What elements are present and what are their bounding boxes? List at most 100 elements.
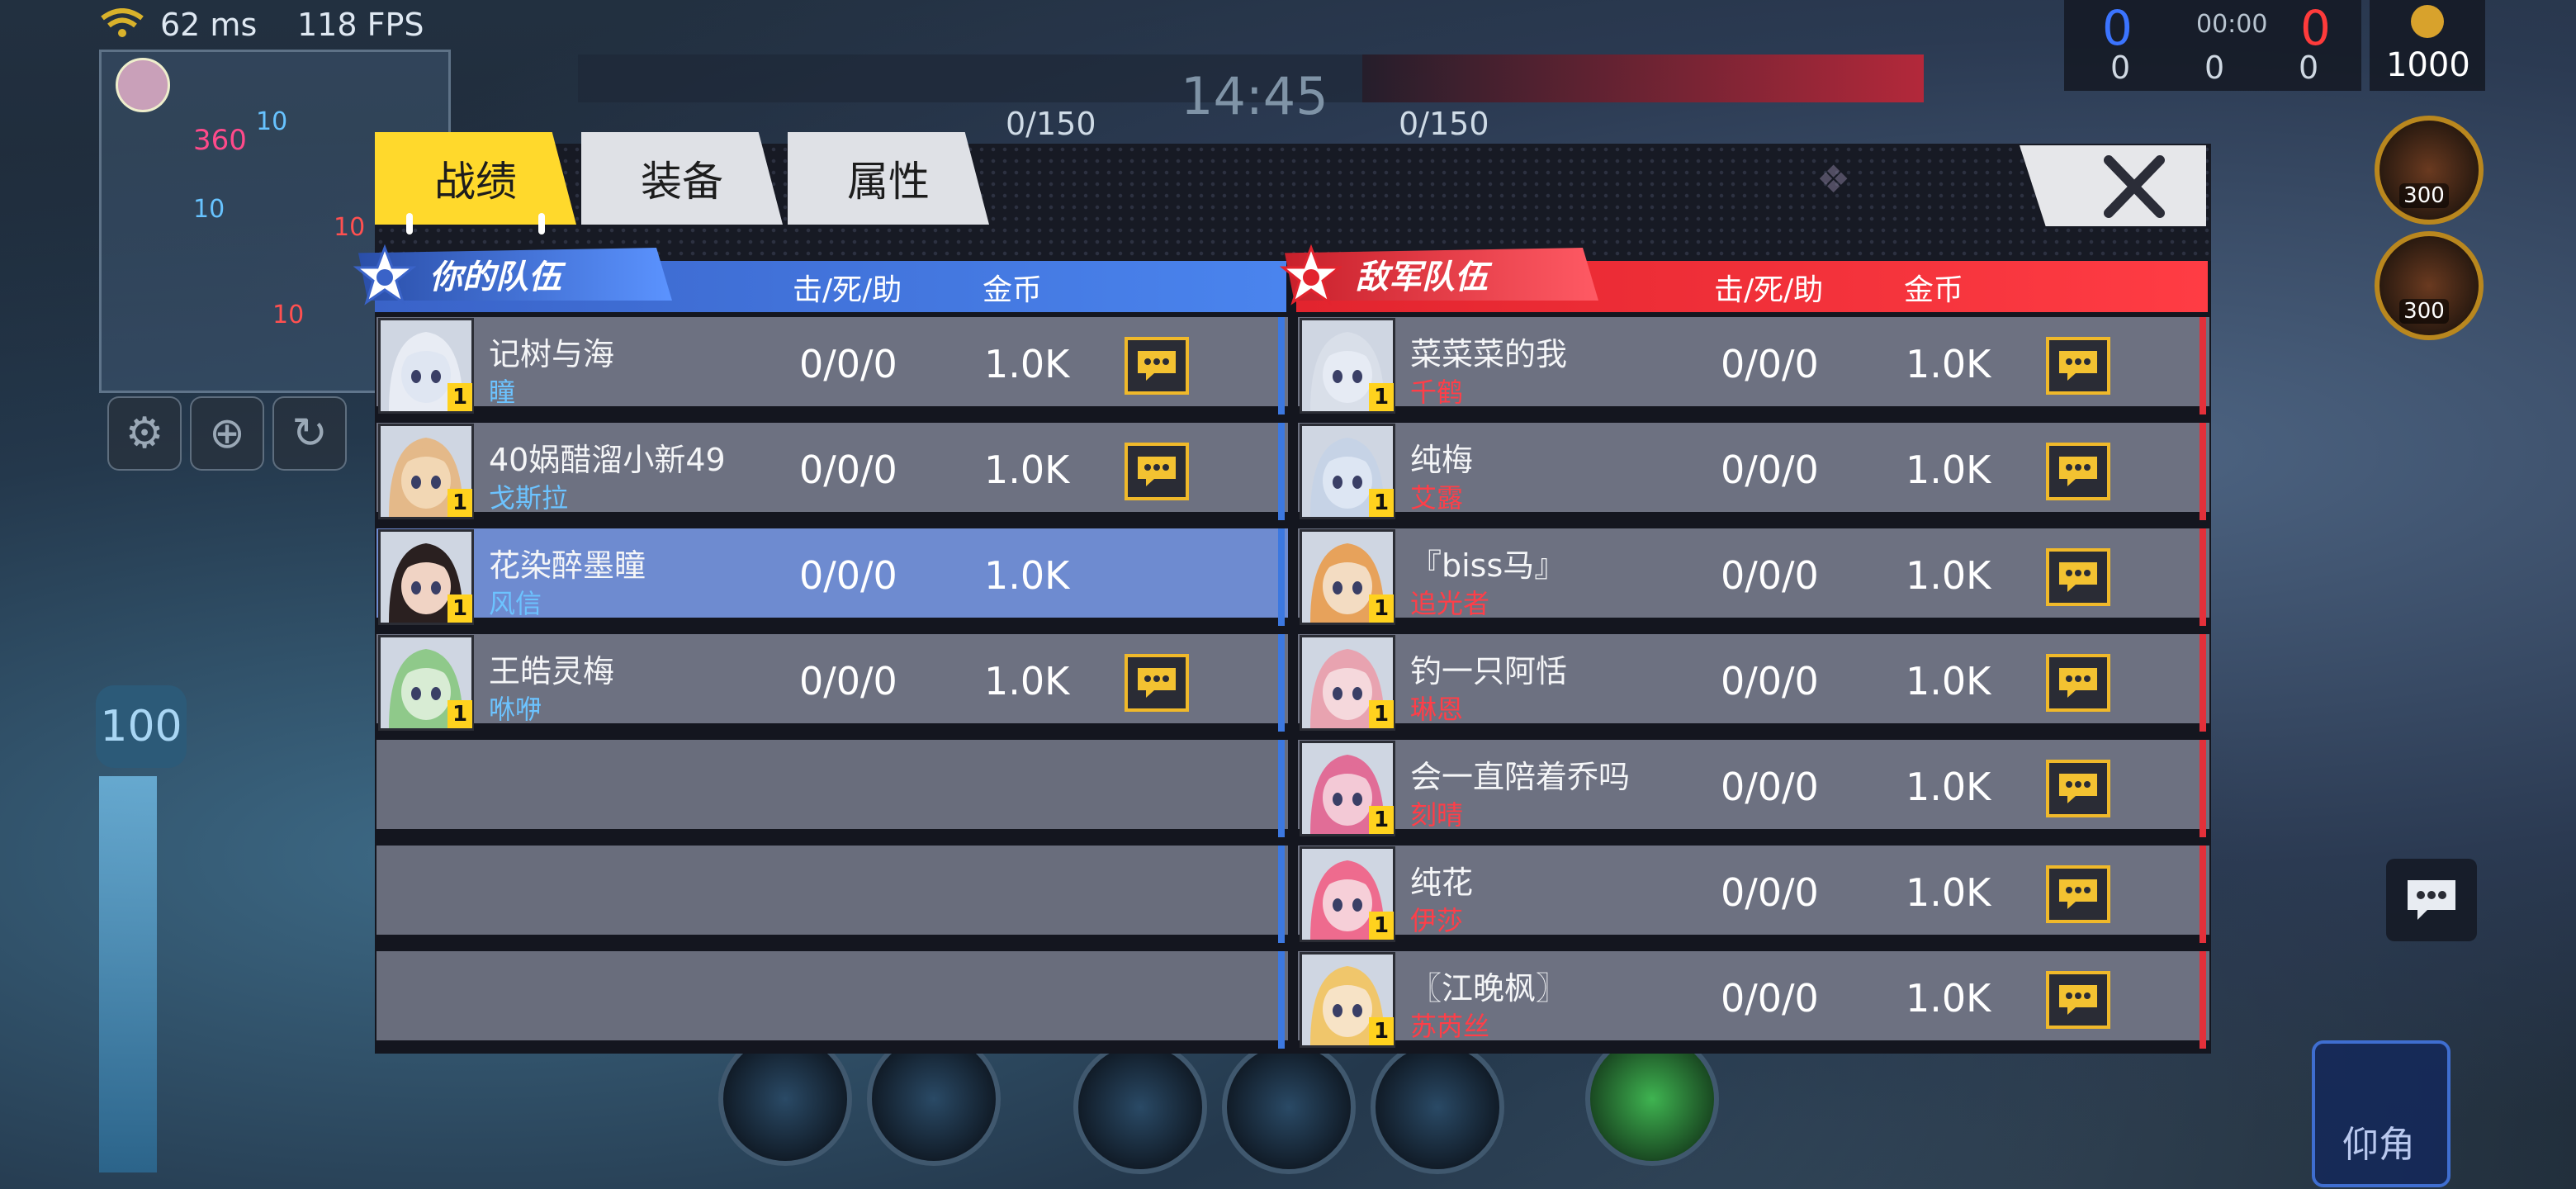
gold-amount: 1000 (2386, 46, 2470, 84)
enemy-kills: 0 (2300, 0, 2331, 56)
team-color-edge (2200, 423, 2206, 520)
hero-name: 瞳 (489, 377, 516, 408)
chat-bubble-icon (1138, 668, 1176, 698)
gold-value: 1.0K (1906, 870, 1991, 915)
star-icon (353, 244, 416, 306)
ally-col-kda: 击/死/助 (793, 273, 902, 307)
tab-stats[interactable]: 战绩 (375, 132, 576, 225)
enemy-score-bar (1362, 54, 1924, 102)
ally-kills: 0 (2102, 0, 2133, 56)
kda-value: 0/0/0 (1721, 976, 1819, 1021)
level-badge: 1 (1369, 912, 1394, 940)
kda-value: 0/0/0 (1721, 553, 1819, 598)
chat-bubble-icon (2408, 880, 2455, 920)
hero-name: 刻晴 (1410, 799, 1464, 831)
player-name: 会一直陪着乔吗 (1410, 759, 1631, 795)
team-color-edge (1278, 528, 1285, 626)
player-chat-button[interactable] (2046, 548, 2110, 606)
kills-time: 00:00 (2196, 10, 2268, 39)
gold-value: 1.0K (984, 342, 1070, 386)
team-color-edge (1278, 740, 1285, 837)
chat-bubble-icon (2059, 351, 2097, 381)
minimap-label: 10 (193, 195, 225, 224)
game-logo-watermark: ❖ (1816, 157, 1851, 201)
team-color-edge (1278, 634, 1285, 732)
kda-value: 0/0/0 (799, 448, 897, 492)
player-chat-button[interactable] (1125, 443, 1189, 500)
chat-bubble-icon (2059, 985, 2097, 1015)
level-badge: 1 (1369, 1017, 1394, 1045)
chat-bubble-icon (2059, 562, 2097, 592)
elevation-look-label: 仰角 (2342, 1124, 2415, 1166)
player-chat-button[interactable] (2046, 337, 2110, 395)
team-color-edge (1278, 951, 1285, 1049)
player-chat-button[interactable] (2046, 654, 2110, 712)
hero-name: 戈斯拉 (489, 482, 569, 514)
player-chat-button[interactable] (1125, 337, 1189, 395)
kda-value: 0/0/0 (1721, 765, 1819, 809)
skill-button[interactable] (1371, 1040, 1504, 1174)
team-color-edge (2200, 740, 2206, 837)
gold-value: 1.0K (1906, 342, 1991, 386)
level-badge: 1 (1369, 489, 1394, 517)
tab-equipment[interactable]: 装备 (581, 132, 783, 225)
wifi-icon (101, 8, 144, 37)
ally-tower-score: 0/150 (1006, 106, 1096, 142)
minimap-label: 360 (193, 124, 247, 157)
star-icon (1280, 244, 1342, 306)
skill-button[interactable] (1222, 1040, 1356, 1174)
player-chat-button[interactable] (2046, 971, 2110, 1029)
player-name: 纯梅 (1410, 442, 1474, 478)
hero-name: 风信 (489, 588, 542, 619)
level-badge: 1 (447, 594, 472, 623)
chat-open-button[interactable] (2386, 859, 2477, 941)
level-badge: 1 (1369, 383, 1394, 411)
zoom-in-icon[interactable]: ⊕ (190, 396, 264, 471)
empty-player-slot (376, 951, 1288, 1049)
player-name: 记树与海 (489, 336, 615, 372)
player-chat-button[interactable] (2046, 443, 2110, 500)
hero-name: 苏芮丝 (1410, 1011, 1490, 1042)
item-price: 300 (2399, 183, 2449, 208)
player-name: 花染醉墨瞳 (489, 547, 646, 584)
tab-notch (538, 213, 545, 234)
empty-player-slot (376, 740, 1288, 837)
gold-value: 1.0K (1906, 976, 1991, 1021)
stat-counter: 0 (2204, 50, 2225, 86)
rotate-camera-icon[interactable]: ↻ (272, 396, 347, 471)
enemy-col-gold: 金币 (1904, 273, 1964, 307)
chat-bubble-icon (1138, 457, 1176, 486)
gold-value: 1.0K (1906, 659, 1991, 703)
team-color-edge (2200, 317, 2206, 414)
player-chat-button[interactable] (2046, 865, 2110, 923)
team-color-edge (2200, 951, 2206, 1049)
shop-item-slot[interactable] (2375, 231, 2484, 340)
hero-name: 伊莎 (1410, 905, 1464, 936)
player-name: 纯花 (1410, 865, 1474, 901)
gold-value: 1.0K (1906, 765, 1991, 809)
settings-gear-icon[interactable]: ⚙ (107, 396, 182, 471)
player-name: 钓一只阿恬 (1410, 653, 1568, 689)
gold-value: 1.0K (1906, 448, 1991, 492)
skill-button[interactable] (1073, 1040, 1207, 1174)
player-chat-button[interactable] (1125, 654, 1189, 712)
gold-value: 1.0K (1906, 553, 1991, 598)
shop-item-slot[interactable] (2375, 116, 2484, 225)
player-name: 40娲醋溜小新49 (489, 442, 726, 478)
kda-value: 0/0/0 (1721, 659, 1819, 703)
gold-value: 1.0K (984, 553, 1070, 598)
minimap-label: 10 (256, 107, 288, 136)
player-chat-button[interactable] (2046, 760, 2110, 817)
chat-bubble-icon (2059, 668, 2097, 698)
level-badge: 1 (447, 700, 472, 728)
ally-col-gold: 金币 (983, 273, 1043, 307)
gold-value: 1.0K (984, 448, 1070, 492)
player-name: 王皓灵梅 (489, 653, 615, 689)
kda-value: 0/0/0 (799, 659, 897, 703)
team-color-edge (2200, 634, 2206, 732)
tab-attributes[interactable]: 属性 (788, 132, 989, 225)
hero-name: 琳恩 (1410, 694, 1464, 725)
team-color-edge (2200, 528, 2206, 626)
minimap-label: 10 (334, 213, 366, 242)
enemy-tower-score: 0/150 (1399, 106, 1489, 142)
